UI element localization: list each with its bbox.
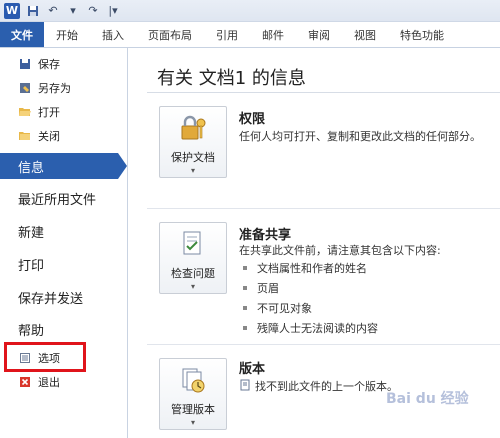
- manage-versions-label: 管理版本: [171, 403, 215, 416]
- watermark: Bai du 经验: [386, 391, 469, 407]
- options-highlight-box: [4, 342, 86, 372]
- nav-close[interactable]: 关闭: [18, 128, 60, 144]
- info-panel: 有关 文档1 的信息 保护文档 ▾ 权限 任何人均可打开、复制和更改此文档的任何…: [129, 48, 500, 438]
- share-desc: 在共享此文件前，请注意其包含以下内容:: [239, 244, 441, 257]
- nav-open-label: 打开: [38, 106, 60, 119]
- customize-icon[interactable]: |▾: [106, 4, 120, 18]
- tab-home[interactable]: 开始: [44, 22, 90, 47]
- nav-print[interactable]: 打印: [0, 251, 126, 277]
- list-item-label: 不可见对象: [257, 302, 312, 315]
- save-icon: [18, 57, 32, 71]
- nav-new[interactable]: 新建: [0, 218, 126, 244]
- inspect-document-icon: [178, 229, 208, 259]
- nav-save[interactable]: 保存: [18, 56, 60, 72]
- page-title: 有关 文档1 的信息: [157, 68, 306, 89]
- bullet-icon: [243, 286, 247, 290]
- manage-versions-button[interactable]: 管理版本 ▾: [159, 358, 227, 430]
- permissions-desc: 任何人均可打开、复制和更改此文档的任何部分。: [239, 130, 481, 143]
- list-item-label: 文档属性和作者的姓名: [257, 262, 367, 275]
- nav-recent[interactable]: 最近所用文件: [0, 185, 126, 211]
- document-icon: [239, 379, 251, 394]
- tab-page-layout[interactable]: 页面布局: [136, 22, 204, 47]
- permissions-section: 保护文档 ▾ 权限 任何人均可打开、复制和更改此文档的任何部分。: [147, 100, 500, 210]
- chevron-down-icon: ▾: [190, 282, 195, 291]
- nav-exit[interactable]: 退出: [18, 374, 60, 390]
- nav-exit-label: 退出: [38, 376, 60, 389]
- list-item: 不可见对象: [243, 300, 312, 316]
- nav-help[interactable]: 帮助: [0, 316, 126, 342]
- active-nav-arrow: [118, 153, 127, 179]
- permissions-heading: 权限: [239, 112, 266, 127]
- list-item: 文档属性和作者的姓名: [243, 260, 367, 276]
- title-divider: [147, 92, 500, 93]
- section-divider: [147, 344, 500, 345]
- quick-access-toolbar: W ↶ ▾ ↷ |▾: [0, 0, 500, 22]
- protect-document-button[interactable]: 保护文档 ▾: [159, 106, 227, 178]
- versions-desc-row: 找不到此文件的上一个版本。: [239, 378, 398, 394]
- tab-file[interactable]: 文件: [0, 22, 44, 47]
- bullet-icon: [243, 306, 247, 310]
- save-as-icon: [18, 81, 32, 95]
- tab-view[interactable]: 视图: [342, 22, 388, 47]
- check-issues-button[interactable]: 检查问题 ▾: [159, 222, 227, 294]
- exit-icon: [18, 375, 32, 389]
- nav-save-as[interactable]: 另存为: [18, 80, 71, 96]
- bullet-icon: [243, 326, 247, 330]
- tab-special-features[interactable]: 特色功能: [388, 22, 456, 47]
- tab-mailings[interactable]: 邮件: [250, 22, 296, 47]
- nav-open[interactable]: 打开: [18, 104, 60, 120]
- nav-save-as-label: 另存为: [38, 82, 71, 95]
- section-divider: [147, 208, 500, 209]
- folder-close-icon: [18, 129, 32, 143]
- backstage-nav: 保存 另存为 打开 关闭 信息 最近所用文件 新建 打印 保存并发送 帮助 选项…: [0, 48, 128, 438]
- nav-info[interactable]: 信息: [0, 153, 118, 179]
- list-item: 页眉: [243, 280, 279, 296]
- folder-open-icon: [18, 105, 32, 119]
- nav-save-label: 保存: [38, 58, 60, 71]
- list-item: 残障人士无法阅读的内容: [243, 320, 378, 336]
- tab-references[interactable]: 引用: [204, 22, 250, 47]
- tab-insert[interactable]: 插入: [90, 22, 136, 47]
- chevron-down-icon: ▾: [190, 418, 195, 427]
- dropdown-arrow-icon[interactable]: ▾: [66, 4, 80, 18]
- redo-icon[interactable]: ↷: [86, 4, 100, 18]
- share-heading: 准备共享: [239, 228, 292, 243]
- list-item-label: 页眉: [257, 282, 279, 295]
- tab-review[interactable]: 审阅: [296, 22, 342, 47]
- nav-close-label: 关闭: [38, 130, 60, 143]
- protect-document-label: 保护文档: [171, 151, 215, 164]
- list-item-label: 残障人士无法阅读的内容: [257, 322, 378, 335]
- ribbon-tabs: 文件 开始 插入 页面布局 引用 邮件 审阅 视图 特色功能: [0, 22, 500, 48]
- undo-icon[interactable]: ↶: [46, 4, 60, 18]
- lock-key-icon: [178, 113, 208, 143]
- check-issues-label: 检查问题: [171, 267, 215, 280]
- share-section: 检查问题 ▾ 准备共享 在共享此文件前，请注意其包含以下内容: 文档属性和作者的…: [147, 216, 500, 346]
- versions-desc: 找不到此文件的上一个版本。: [255, 380, 398, 393]
- chevron-down-icon: ▾: [190, 166, 195, 175]
- word-logo-icon[interactable]: W: [4, 2, 20, 19]
- save-icon[interactable]: [26, 4, 40, 18]
- nav-save-send[interactable]: 保存并发送: [0, 284, 126, 310]
- versions-icon: [178, 365, 208, 395]
- bullet-icon: [243, 266, 247, 270]
- versions-heading: 版本: [239, 362, 266, 377]
